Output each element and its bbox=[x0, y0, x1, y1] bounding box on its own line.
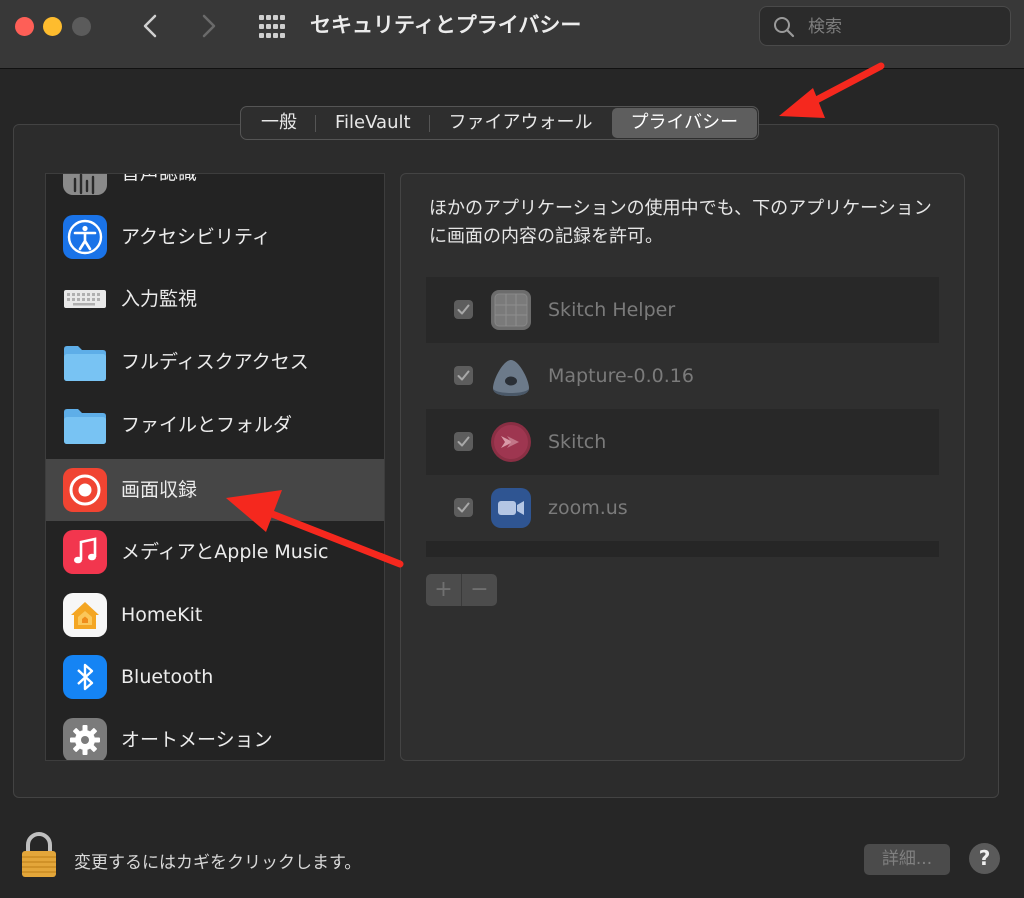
app-name: zoom.us bbox=[548, 497, 628, 519]
sidebar-item-label: オートメーション bbox=[121, 729, 273, 751]
advanced-button[interactable]: 詳細... bbox=[864, 844, 950, 875]
minimize-window-button[interactable] bbox=[43, 17, 62, 36]
bluetooth-icon bbox=[63, 655, 107, 699]
help-button[interactable]: ? bbox=[969, 843, 1000, 874]
zoom-window-button[interactable] bbox=[72, 17, 91, 36]
lock-button[interactable] bbox=[20, 832, 58, 878]
app-row-mapture[interactable]: Mapture-0.0.16 bbox=[426, 343, 939, 409]
skitch-icon bbox=[489, 420, 533, 464]
checkmark-icon bbox=[457, 436, 470, 447]
add-app-button[interactable]: + bbox=[426, 574, 461, 606]
accessibility-icon bbox=[63, 215, 107, 259]
tab-bar: 一般 FileVault ファイアウォール プライバシー bbox=[240, 106, 760, 140]
app-checkbox[interactable] bbox=[454, 498, 473, 517]
checkmark-icon bbox=[457, 304, 470, 315]
sidebar-item-files-and-folders[interactable]: ファイルとフォルダ bbox=[46, 394, 384, 456]
waveform-icon bbox=[63, 174, 107, 195]
keyboard-icon bbox=[63, 277, 107, 321]
sidebar-item-input-monitoring[interactable]: 入力監視 bbox=[46, 268, 384, 330]
sidebar-item-label: 画面収録 bbox=[121, 479, 198, 501]
app-row-skitch[interactable]: Skitch bbox=[426, 409, 939, 475]
screen-record-icon bbox=[63, 468, 107, 512]
chevron-left-icon bbox=[143, 14, 157, 38]
panel-description: ほかのアプリケーションの使用中でも、下のアプリケーションに画面の内容の記録を許可… bbox=[429, 198, 932, 247]
folder-icon bbox=[63, 403, 107, 447]
app-row-skitch-helper[interactable]: Skitch Helper bbox=[426, 277, 939, 343]
sidebar-item-label: アクセシビリティ bbox=[121, 226, 271, 248]
sidebar-item-bluetooth[interactable]: Bluetooth bbox=[46, 646, 384, 708]
folder-icon bbox=[63, 340, 107, 384]
show-all-button[interactable] bbox=[257, 13, 287, 41]
grid-icon bbox=[259, 15, 285, 38]
tab-filevault[interactable]: FileVault bbox=[316, 108, 430, 138]
screen-recording-panel: ほかのアプリケーションの使用中でも、下のアプリケーションに画面の内容の記録を許可… bbox=[400, 173, 965, 761]
gear-icon bbox=[63, 718, 107, 760]
sidebar-item-full-disk-access[interactable]: フルディスクアクセス bbox=[46, 331, 384, 393]
sidebar-item-label: 音声認識 bbox=[121, 173, 198, 184]
close-window-button[interactable] bbox=[15, 17, 34, 36]
sidebar-item-label: ファイルとフォルダ bbox=[121, 414, 293, 436]
checkmark-icon bbox=[457, 370, 470, 381]
chevron-right-icon bbox=[202, 14, 216, 38]
sidebar-item-automation[interactable]: オートメーション bbox=[46, 709, 384, 760]
sidebar-item-accessibility[interactable]: アクセシビリティ bbox=[46, 206, 384, 268]
search-icon bbox=[774, 17, 795, 38]
app-list[interactable]: Skitch Helper Mapture-0.0.16 Skitch zoom… bbox=[426, 277, 939, 557]
app-checkbox[interactable] bbox=[454, 432, 473, 451]
search-field[interactable] bbox=[759, 6, 1011, 47]
sidebar-item-homekit[interactable]: HomeKit bbox=[46, 584, 384, 646]
forward-button[interactable] bbox=[192, 8, 226, 44]
lock-message: 変更するにはカギをクリックします。 bbox=[74, 853, 362, 873]
sidebar-item-speech-recognition[interactable]: 音声認識 bbox=[46, 173, 384, 204]
sidebar-item-label: 入力監視 bbox=[121, 288, 198, 310]
back-button[interactable] bbox=[133, 8, 167, 44]
sidebar-item-label: HomeKit bbox=[121, 604, 203, 626]
zoom-icon bbox=[489, 486, 533, 530]
window-title: セキュリティとプライバシー bbox=[310, 13, 582, 37]
app-name: Skitch bbox=[548, 431, 607, 453]
tab-general[interactable]: 一般 bbox=[242, 108, 316, 138]
tab-privacy[interactable]: プライバシー bbox=[611, 108, 758, 138]
music-icon bbox=[63, 530, 107, 574]
remove-app-button[interactable]: − bbox=[462, 574, 497, 606]
annotation-arrow-privacy-tab bbox=[779, 62, 885, 118]
privacy-category-list[interactable]: 音声認識 アクセシビリティ 入力監視 フルディスクアクセス ファイルとフォルダ … bbox=[45, 173, 385, 761]
app-checkbox[interactable] bbox=[454, 366, 473, 385]
add-remove-buttons: + − bbox=[426, 574, 497, 606]
mapture-icon bbox=[489, 354, 533, 398]
app-row-zoom[interactable]: zoom.us bbox=[426, 475, 939, 541]
sidebar-item-label: フルディスクアクセス bbox=[121, 351, 309, 373]
sidebar-item-label: Bluetooth bbox=[121, 666, 214, 688]
search-input[interactable] bbox=[806, 7, 1005, 47]
app-name: Mapture-0.0.16 bbox=[548, 365, 694, 387]
padlock-icon bbox=[22, 832, 56, 877]
tab-firewall[interactable]: ファイアウォール bbox=[430, 108, 612, 138]
home-icon bbox=[63, 593, 107, 637]
annotation-arrow-screen-recording bbox=[226, 490, 404, 568]
app-checkbox[interactable] bbox=[454, 300, 473, 319]
skitch-helper-icon bbox=[489, 288, 533, 332]
checkmark-icon bbox=[457, 502, 470, 513]
app-name: Skitch Helper bbox=[548, 299, 676, 321]
